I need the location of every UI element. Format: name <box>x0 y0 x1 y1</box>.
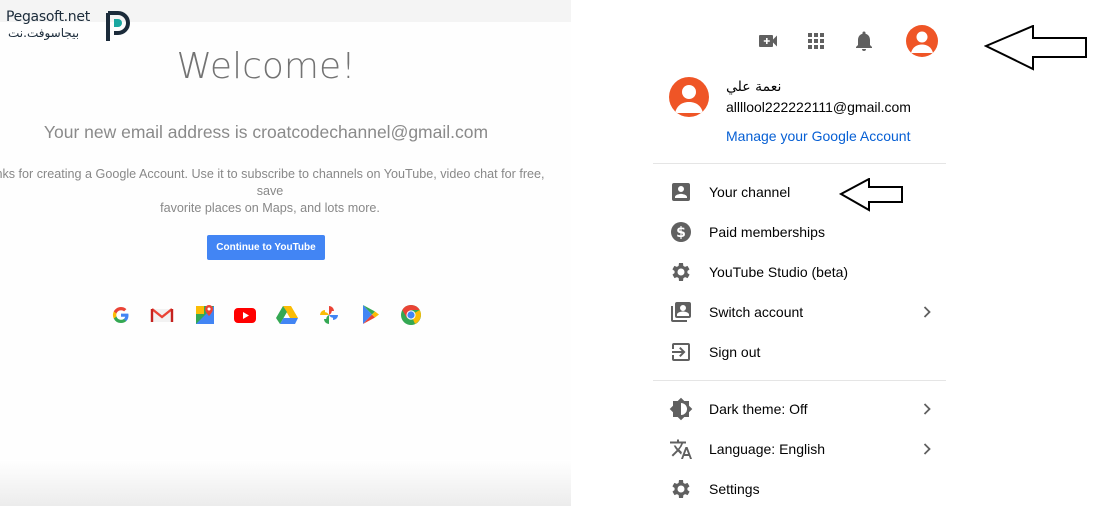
menu-item-settings[interactable]: Settings <box>653 469 946 509</box>
menu-divider <box>653 163 946 164</box>
photos-icon[interactable] <box>316 302 342 328</box>
welcome-title: Welcome! <box>176 46 356 87</box>
watermark-logo: Pegasoft.net بيجاسوفت.نت <box>2 8 132 44</box>
menu-item-label: Settings <box>709 481 760 497</box>
chevron-right-icon <box>923 403 931 415</box>
manage-google-account-link[interactable]: Manage your Google Account <box>726 128 910 144</box>
menu-item-label: Paid memberships <box>709 224 825 240</box>
gear-icon <box>672 263 690 281</box>
menu-item-switch-account[interactable]: Switch account <box>653 292 946 332</box>
chevron-right-icon <box>923 306 931 318</box>
menu-divider <box>653 380 946 381</box>
drive-icon[interactable] <box>274 302 300 328</box>
account-avatar-button[interactable] <box>906 25 938 57</box>
account-avatar <box>669 77 709 117</box>
welcome-page-screenshot: Pegasoft.net بيجاسوفت.نت Welcome! Your n… <box>0 0 571 506</box>
maps-icon[interactable] <box>192 302 218 328</box>
menu-item-label: Switch account <box>709 304 804 320</box>
continue-to-youtube-button[interactable]: Continue to YouTube <box>207 235 325 260</box>
gmail-icon[interactable] <box>149 302 175 328</box>
switch-account-icon <box>671 302 691 322</box>
menu-item-paid-memberships[interactable]: $ Paid memberships <box>653 212 946 252</box>
menu-item-label: Your channel <box>709 184 791 200</box>
pointer-arrow-avatar <box>984 25 1087 71</box>
account-email: allllool222222111@gmail.com <box>726 99 911 115</box>
play-store-icon[interactable] <box>357 302 383 328</box>
watermark-text: Pegasoft.net <box>6 9 90 25</box>
thanks-text: nks for creating a Google Account. Use i… <box>0 166 548 217</box>
new-email-text: Your new email address is croatcodechann… <box>43 122 489 142</box>
thanks-line-2: favorite places on Maps, and lots more. <box>160 201 380 215</box>
svg-text:$: $ <box>676 225 686 241</box>
pointer-arrow-your-channel <box>839 178 903 212</box>
translate-icon <box>670 439 692 459</box>
menu-item-label: Sign out <box>709 344 761 360</box>
youtube-icon[interactable] <box>232 302 258 328</box>
bottom-fade <box>0 460 571 506</box>
menu-item-youtube-studio[interactable]: YouTube Studio (beta) <box>653 252 946 292</box>
user-avatar-icon <box>675 85 703 113</box>
create-video-icon[interactable] <box>756 29 780 53</box>
menu-item-label: Language: English <box>709 441 825 457</box>
chevron-right-icon <box>923 443 931 455</box>
thanks-line-1: nks for creating a Google Account. Use i… <box>0 167 545 198</box>
menu-item-label: YouTube Studio (beta) <box>709 264 849 280</box>
dollar-circle-icon: $ <box>671 222 691 242</box>
google-icon[interactable] <box>108 302 134 328</box>
menu-item-language[interactable]: Language: English <box>653 429 946 469</box>
apps-grid-icon[interactable] <box>804 29 828 53</box>
pegasoft-logo-icon <box>106 11 130 41</box>
account-box-icon <box>672 183 690 201</box>
sign-out-icon <box>672 343 690 361</box>
user-avatar-icon <box>911 31 933 53</box>
account-name: نعمة علي <box>726 79 782 95</box>
brightness-icon <box>669 397 693 421</box>
notifications-bell-icon[interactable] <box>852 29 876 53</box>
watermark-text-arabic: بيجاسوفت.نت <box>8 26 80 40</box>
gear-icon <box>672 480 690 498</box>
menu-item-sign-out[interactable]: Sign out <box>653 332 946 372</box>
chrome-icon[interactable] <box>398 302 424 328</box>
menu-item-label: Dark theme: Off <box>709 401 808 417</box>
menu-item-dark-theme[interactable]: Dark theme: Off <box>653 389 946 429</box>
